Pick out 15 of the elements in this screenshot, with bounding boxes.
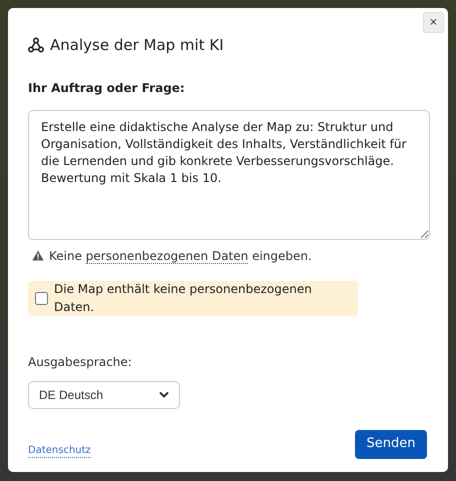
warning-text: Keine personenbezogenen Daten eingeben.: [49, 248, 312, 264]
consent-checkbox[interactable]: [35, 292, 48, 304]
field-label: Ihr Auftrag oder Frage:: [28, 80, 186, 96]
privacy-info-link[interactable]: personenbezogenen Daten: [86, 248, 248, 264]
language-select[interactable]: DE Deutsch: [28, 380, 180, 408]
consent-label: Die Map enthält keine personenbezogenen Daten.: [54, 281, 313, 316]
dialog-title: Analyse der Map mit KI: [50, 35, 224, 56]
chevron-icon: [159, 391, 169, 398]
privacy-link[interactable]: Datenschutz: [28, 444, 91, 458]
close-button[interactable]: ×: [423, 12, 444, 33]
field-label: Ausgabesprache:: [28, 354, 133, 370]
send-button[interactable]: Senden: [355, 430, 427, 458]
network-icon: [28, 37, 44, 54]
warning-icon: [32, 250, 44, 261]
prompt-field[interactable]: Erstelle eine didaktische Analyse der Map zu: Struktur und Organisation, Vollständigkeit des Inhalts, Verständlichkeit für die Lernenden und gib konkrete Verbesserungsvorschläge. Bewertung mit Skala 1 bis 10.: [28, 110, 430, 240]
